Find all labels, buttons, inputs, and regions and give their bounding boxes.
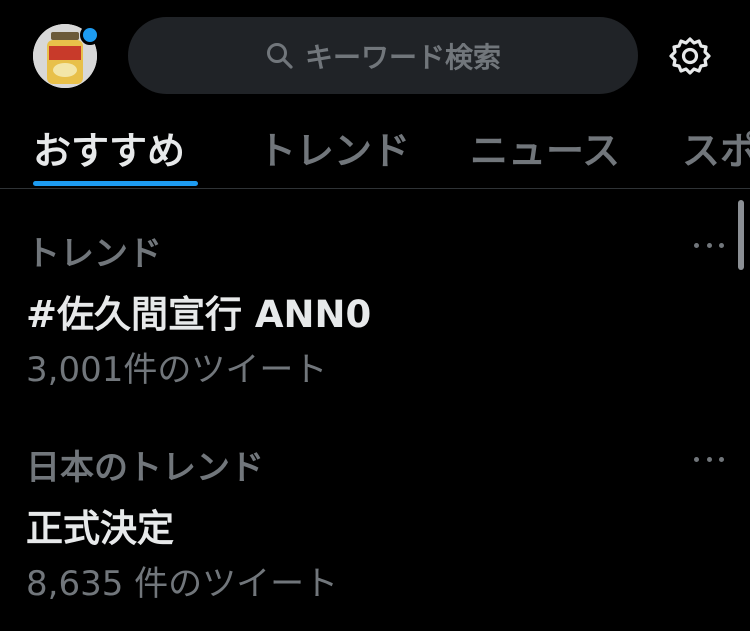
trend-tweet-count: 8,635 件のツイート [26, 564, 339, 604]
more-options-icon[interactable] [694, 454, 724, 464]
tab-trending[interactable]: トレンド [258, 120, 410, 175]
active-tab-indicator [33, 181, 198, 186]
tab-bar: おすすめ トレンド ニュース スポ [0, 110, 750, 189]
trend-tweet-count: 3,001件のツイート [26, 350, 328, 390]
trend-item[interactable]: 日本のトレンド 正式決定 8,635 件のツイート [0, 408, 750, 631]
tab-recommended[interactable]: おすすめ [33, 120, 185, 175]
tab-sports[interactable]: スポ [682, 120, 750, 175]
search-placeholder: キーワード検索 [304, 40, 501, 74]
tab-news[interactable]: ニュース [470, 120, 620, 175]
trend-item[interactable]: トレンド #佐久間宣行 ANN0 3,001件のツイート [0, 188, 750, 408]
search-icon [266, 42, 293, 69]
notification-dot [80, 25, 100, 45]
search-bar[interactable]: キーワード検索 [128, 17, 638, 94]
top-bar: キーワード検索 おすすめ トレンド ニュース スポ [0, 0, 750, 189]
more-options-icon[interactable] [694, 240, 724, 250]
trend-title: #佐久間宣行 ANN0 [26, 293, 372, 336]
scrollbar[interactable] [738, 200, 744, 270]
trend-context: トレンド [26, 234, 162, 274]
trend-title: 正式決定 [26, 507, 174, 550]
gear-icon[interactable] [668, 34, 712, 78]
trend-context: 日本のトレンド [26, 448, 264, 488]
